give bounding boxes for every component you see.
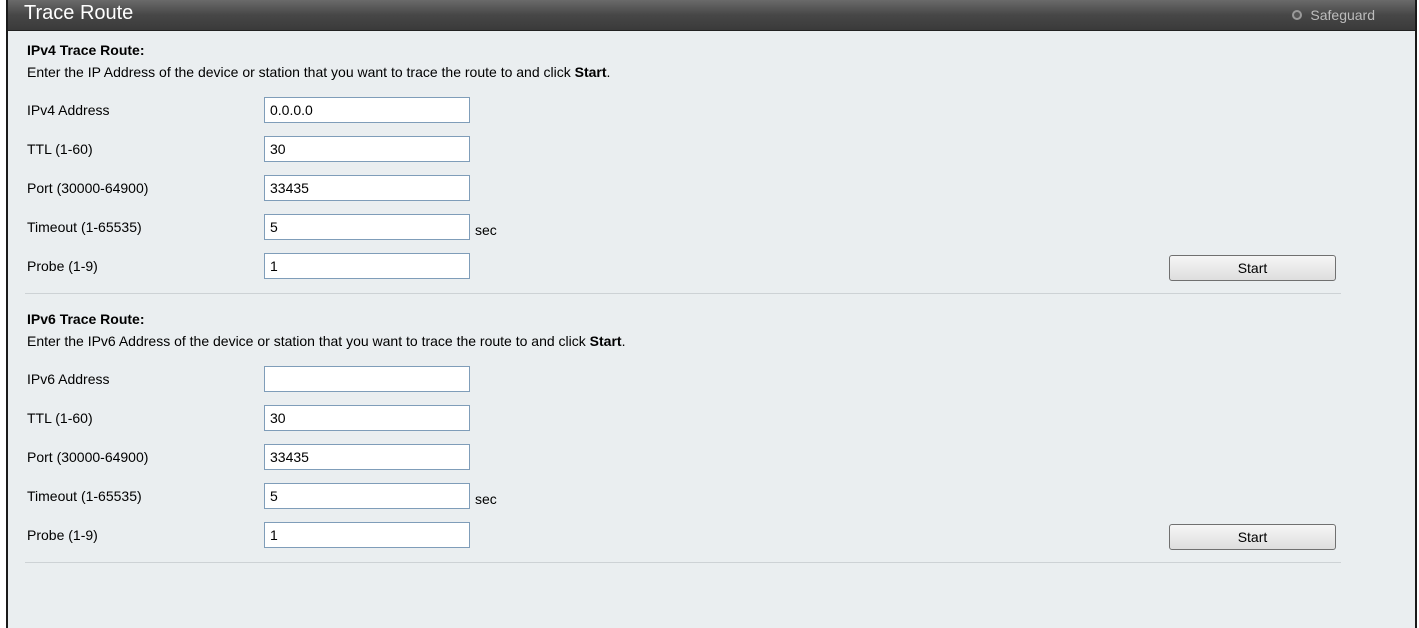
ipv4-description-start: Start — [574, 64, 607, 80]
trace-route-panel: Trace Route Safeguard IPv4 Trace Route: … — [6, 0, 1417, 628]
section-divider-bottom — [25, 562, 1341, 563]
ipv6-timeout-label: Timeout (1-65535) — [27, 488, 142, 504]
ipv4-description-end: . — [606, 64, 611, 80]
ipv6-section-heading: IPv6 Trace Route: — [27, 311, 145, 327]
ipv4-description-text: Enter the IP Address of the device or st… — [27, 64, 575, 80]
ipv6-description: Enter the IPv6 Address of the device or … — [27, 333, 625, 349]
ipv6-probe-input[interactable] — [264, 522, 470, 548]
ipv4-probe-input[interactable] — [264, 253, 470, 279]
ipv6-description-start: Start — [589, 333, 622, 349]
ipv6-address-label: IPv6 Address — [27, 371, 110, 387]
page-title: Trace Route — [24, 2, 134, 24]
ipv6-timeout-input[interactable] — [264, 483, 470, 509]
ipv4-probe-label: Probe (1-9) — [27, 258, 98, 274]
ipv6-ttl-input[interactable] — [264, 405, 470, 431]
ipv4-timeout-unit: sec — [475, 222, 497, 238]
ipv6-port-input[interactable] — [264, 444, 470, 470]
ipv6-description-end: . — [621, 333, 626, 349]
safeguard-status-icon — [1292, 10, 1303, 20]
section-divider — [25, 293, 1341, 294]
ipv4-port-input[interactable] — [264, 175, 470, 201]
ipv4-timeout-label: Timeout (1-65535) — [27, 219, 142, 235]
panel-header: Trace Route Safeguard — [8, 0, 1415, 31]
ipv4-address-input[interactable] — [264, 97, 470, 123]
ipv4-ttl-label: TTL (1-60) — [27, 141, 93, 157]
ipv4-description: Enter the IP Address of the device or st… — [27, 64, 610, 80]
ipv6-address-input[interactable] — [264, 366, 470, 392]
ipv4-port-label: Port (30000-64900) — [27, 180, 149, 196]
ipv4-section-heading: IPv4 Trace Route: — [27, 42, 145, 58]
ipv4-start-button[interactable]: Start — [1169, 255, 1336, 281]
ipv6-start-button[interactable]: Start — [1169, 524, 1336, 550]
ipv6-ttl-label: TTL (1-60) — [27, 410, 93, 426]
ipv6-port-label: Port (30000-64900) — [27, 449, 149, 465]
ipv4-timeout-input[interactable] — [264, 214, 470, 240]
ipv6-timeout-unit: sec — [475, 491, 497, 507]
ipv4-ttl-input[interactable] — [264, 136, 470, 162]
safeguard-indicator: Safeguard — [1292, 7, 1375, 23]
safeguard-label: Safeguard — [1310, 7, 1375, 23]
ipv6-probe-label: Probe (1-9) — [27, 527, 98, 543]
ipv6-description-text: Enter the IPv6 Address of the device or … — [27, 333, 590, 349]
ipv4-address-label: IPv4 Address — [27, 102, 110, 118]
